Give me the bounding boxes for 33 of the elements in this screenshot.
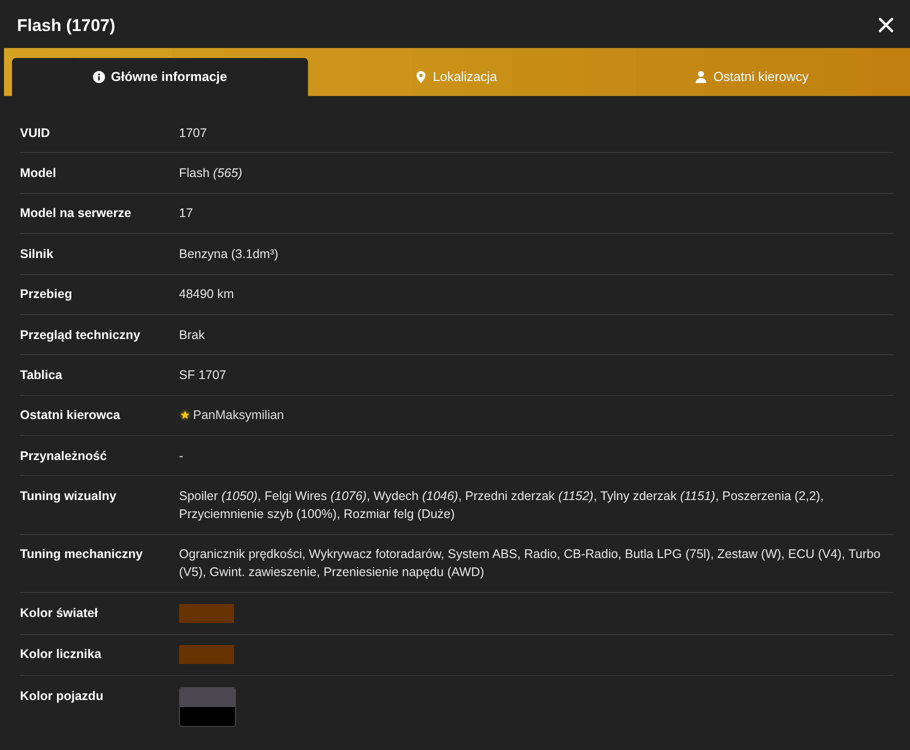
- field-label: Model: [20, 165, 58, 182]
- field-label: Przebieg: [20, 286, 74, 304]
- tab[interactable]: Ostatni kierowcy: [604, 58, 900, 96]
- dialog-title: Flash (1707): [17, 16, 116, 36]
- close-button[interactable]: [878, 16, 894, 32]
- field-label: Ostatni kierowca: [20, 407, 122, 424]
- tab[interactable]: Główne informacje: [12, 58, 308, 96]
- field-value: 17: [179, 205, 194, 222]
- field-label: Tablica: [20, 366, 64, 384]
- field-label: Model na serwerze: [20, 205, 132, 222]
- field-label: Tuning wizualny: [20, 488, 118, 506]
- field-value: 1707: [179, 124, 208, 142]
- field-value: Brak: [179, 326, 206, 344]
- field-label: Przynależność: [20, 448, 108, 465]
- field-label: Kolor pojazdu: [20, 688, 104, 705]
- driver-name: PanMaksymilian: [193, 407, 284, 424]
- field-value: Benzyna (3.1dm³): [179, 246, 280, 263]
- field-label: Przegląd techniczny: [20, 326, 142, 344]
- field-label: Kolor świateł: [20, 604, 99, 622]
- field-label: Tuning mechaniczny: [20, 546, 144, 564]
- field-value: 48490 km: [179, 286, 235, 304]
- field-value: SF 1707: [179, 366, 228, 384]
- info-icon: [92, 71, 105, 83]
- map-pin-icon: [414, 71, 427, 83]
- person-icon: [695, 71, 708, 83]
- field-value: Ogranicznik prędkości, Wykrywacz fotoradarów, System ABS, Radio, CB-Radio, Butla LPG (75l), Zestaw (W), ECU (V4), Turbo (V5), Gwint. zawieszenie, Przeniesienie napędu (AWD): [179, 546, 882, 582]
- field-label: Silnik: [20, 246, 54, 263]
- field-value: -: [179, 448, 184, 465]
- tab[interactable]: Lokalizacja: [308, 58, 604, 96]
- field-label: Kolor licznika: [20, 646, 102, 664]
- field-label: VUID: [20, 124, 51, 142]
- field-value: Flash (565): [179, 165, 244, 182]
- field-value: Spoiler (1050), Felgi Wires (1076), Wydech (1046), Przedni zderzak (1152), Tylny zderzak (1151), Poszerzenia (2,2), Przyciemnienie szyb (100%), Rozmiar felg (Duże): [179, 488, 825, 524]
